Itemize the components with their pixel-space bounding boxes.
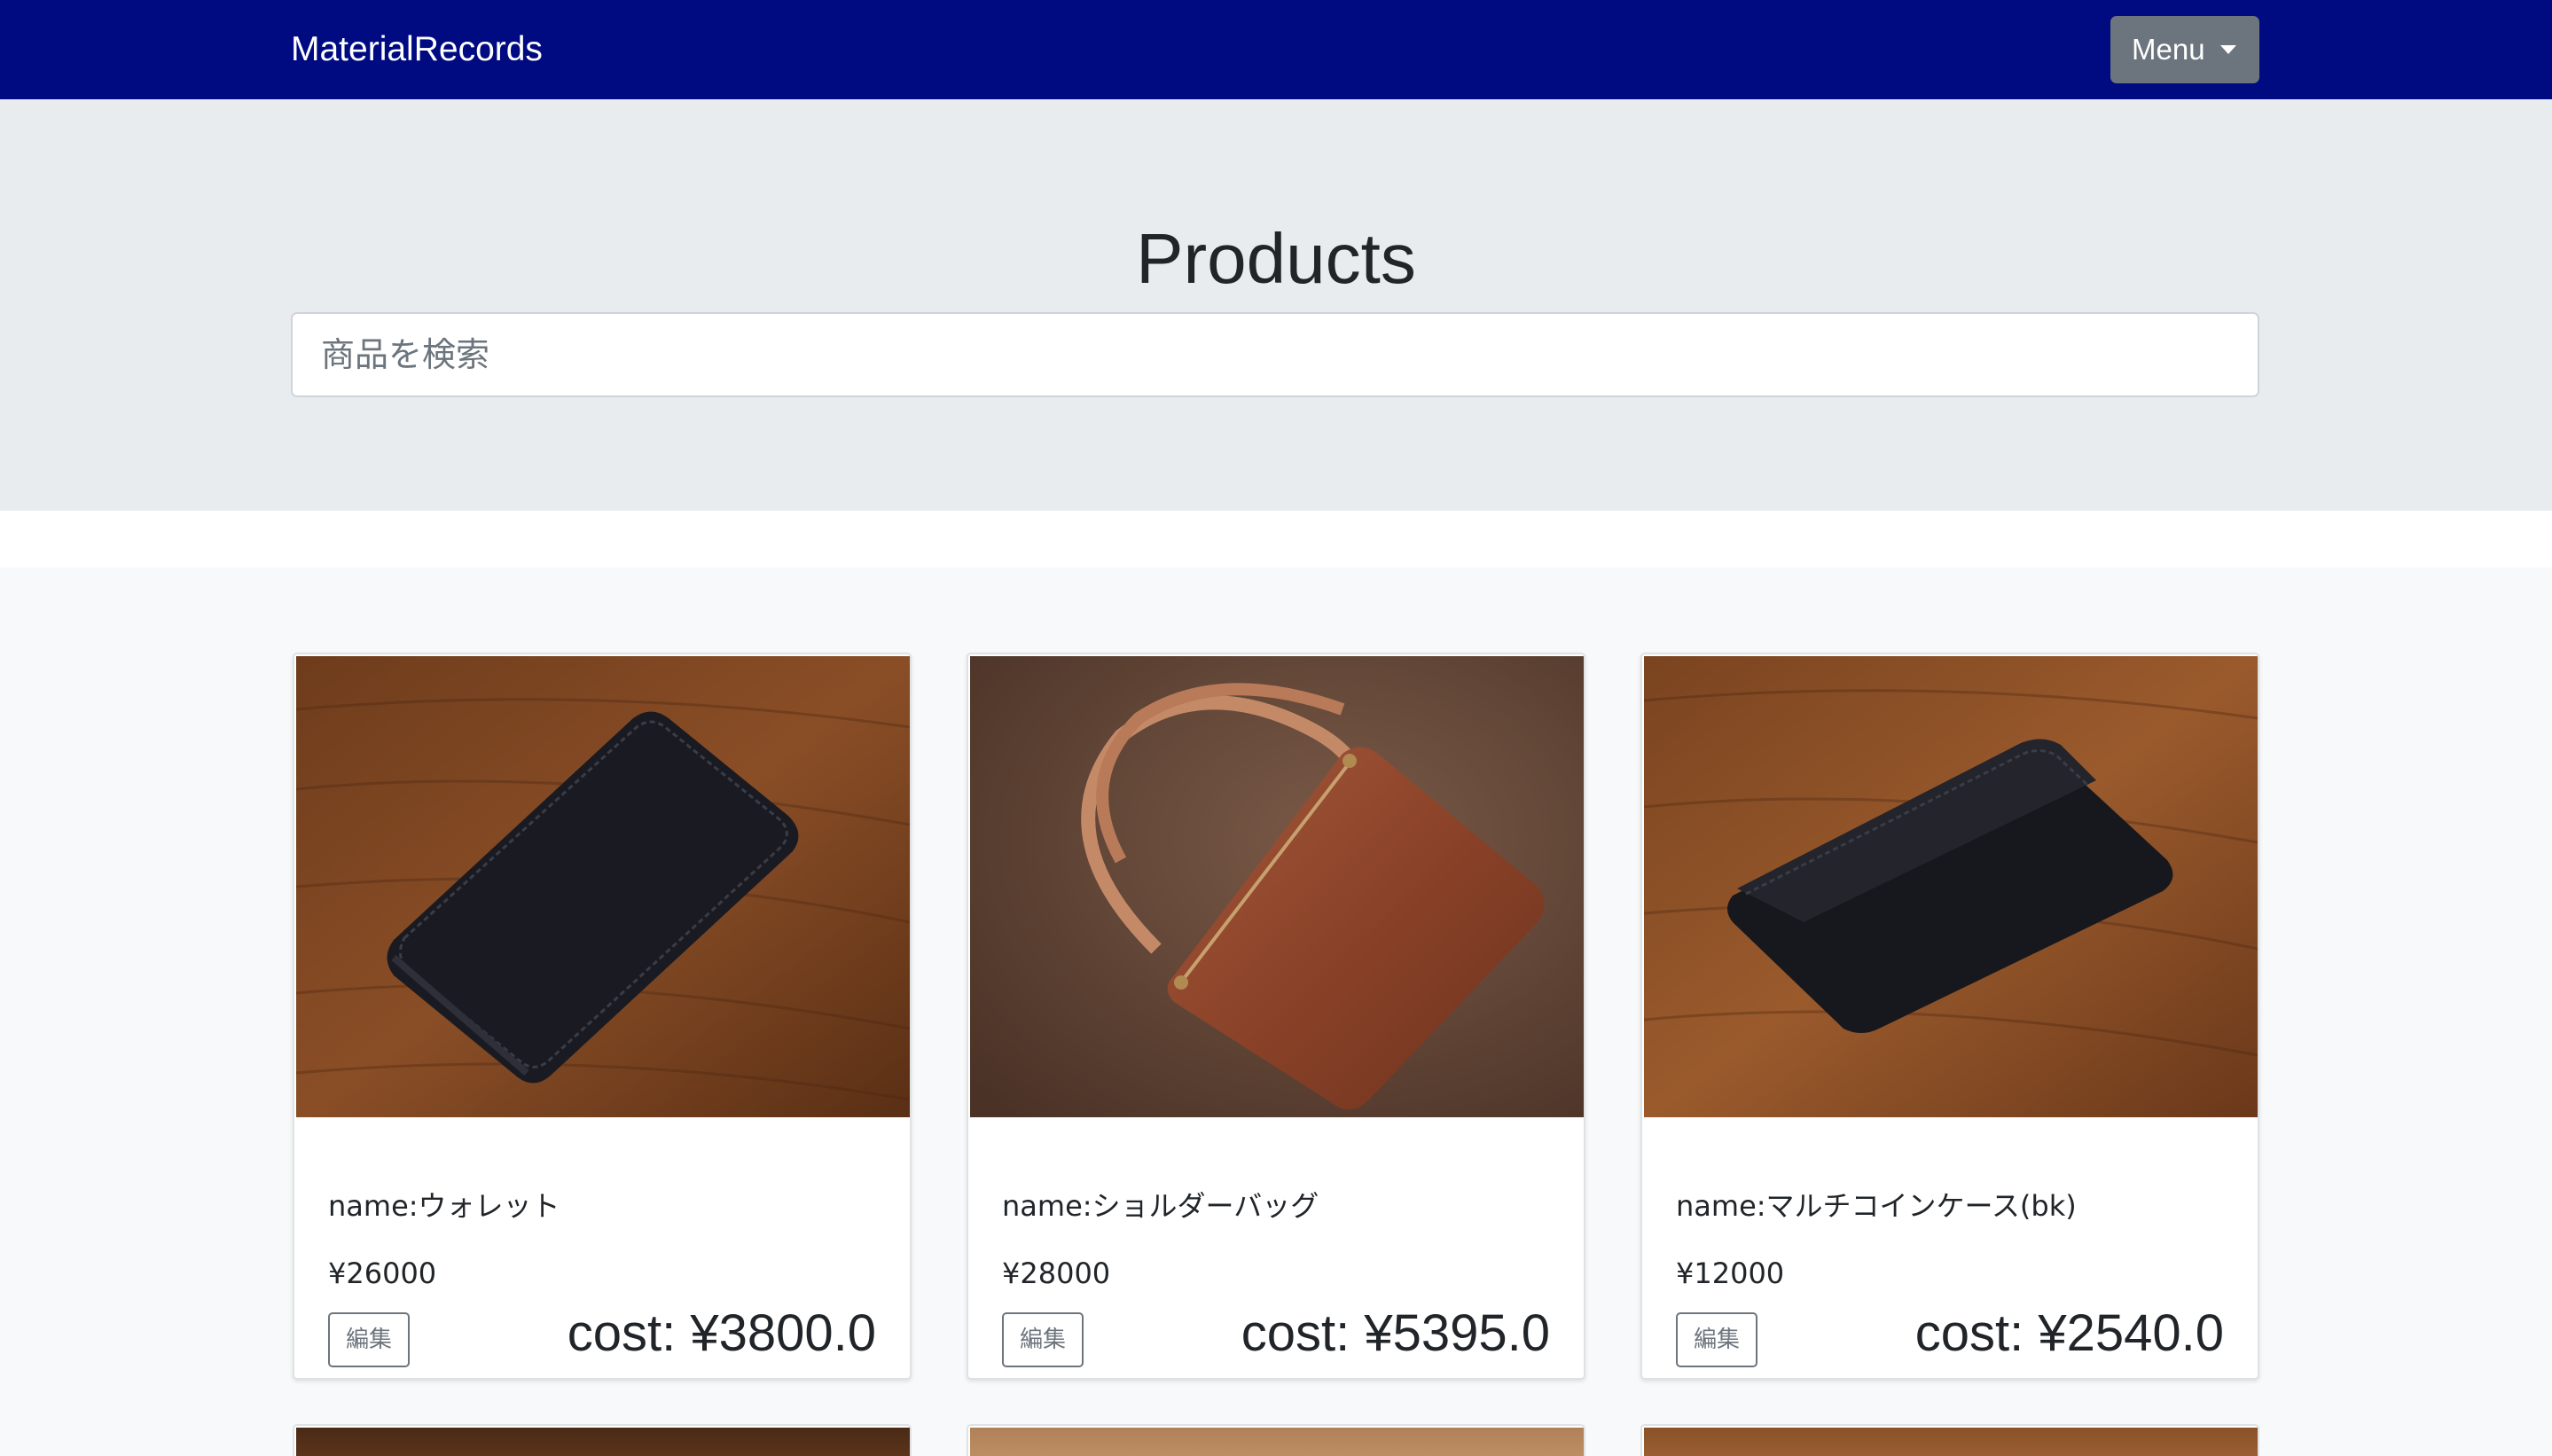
product-image[interactable] bbox=[970, 1428, 1584, 1456]
product-image[interactable] bbox=[1644, 656, 2258, 1117]
product-name: name:ウォレット bbox=[328, 1189, 560, 1223]
product-card: name:ショルダーバッグ ¥28000 編集 cost: ¥5395.0 bbox=[967, 653, 1585, 1380]
product-card bbox=[1640, 1424, 2259, 1456]
product-cost: cost: ¥3800.0 bbox=[567, 1304, 876, 1362]
edit-button[interactable]: 編集 bbox=[328, 1312, 410, 1367]
black-wallet-photo bbox=[296, 656, 910, 1117]
brown-shoulder-bag-photo bbox=[970, 656, 1584, 1117]
caret-down-icon bbox=[2220, 45, 2236, 54]
product-cost: cost: ¥2540.0 bbox=[1914, 1304, 2224, 1362]
product-grid: name:ウォレット ¥26000 編集 cost: ¥3800.0 name:… bbox=[0, 568, 2552, 1456]
products-header: Products bbox=[0, 99, 2552, 511]
product-card bbox=[293, 1424, 912, 1456]
edit-button[interactable]: 編集 bbox=[1676, 1312, 1757, 1367]
navbar: MaterialRecords Menu bbox=[0, 0, 2552, 99]
product-card: name:マルチコインケース(bk) ¥12000 編集 cost: ¥2540… bbox=[1640, 653, 2259, 1380]
product-price: ¥26000 bbox=[328, 1256, 437, 1290]
product-search-input[interactable] bbox=[291, 312, 2259, 397]
menu-button-label: Menu bbox=[2132, 33, 2205, 66]
product-price: ¥12000 bbox=[1676, 1256, 1785, 1290]
page-title: Products bbox=[1136, 219, 1416, 298]
product-card bbox=[967, 1424, 1585, 1456]
product-card: name:ウォレット ¥26000 編集 cost: ¥3800.0 bbox=[293, 653, 912, 1380]
product-image[interactable] bbox=[296, 656, 910, 1117]
menu-dropdown-button[interactable]: Menu bbox=[2110, 16, 2259, 83]
product-image[interactable] bbox=[296, 1428, 910, 1456]
black-coin-case-photo bbox=[1644, 656, 2258, 1117]
product-price: ¥28000 bbox=[1002, 1256, 1111, 1290]
product-image[interactable] bbox=[1644, 1428, 2258, 1456]
product-name: name:マルチコインケース(bk) bbox=[1676, 1189, 2077, 1223]
product-cost: cost: ¥5395.0 bbox=[1241, 1304, 1550, 1362]
product-image[interactable] bbox=[970, 656, 1584, 1117]
product-name: name:ショルダーバッグ bbox=[1002, 1189, 1319, 1223]
edit-button[interactable]: 編集 bbox=[1002, 1312, 1084, 1367]
brand-link[interactable]: MaterialRecords bbox=[291, 25, 543, 74]
